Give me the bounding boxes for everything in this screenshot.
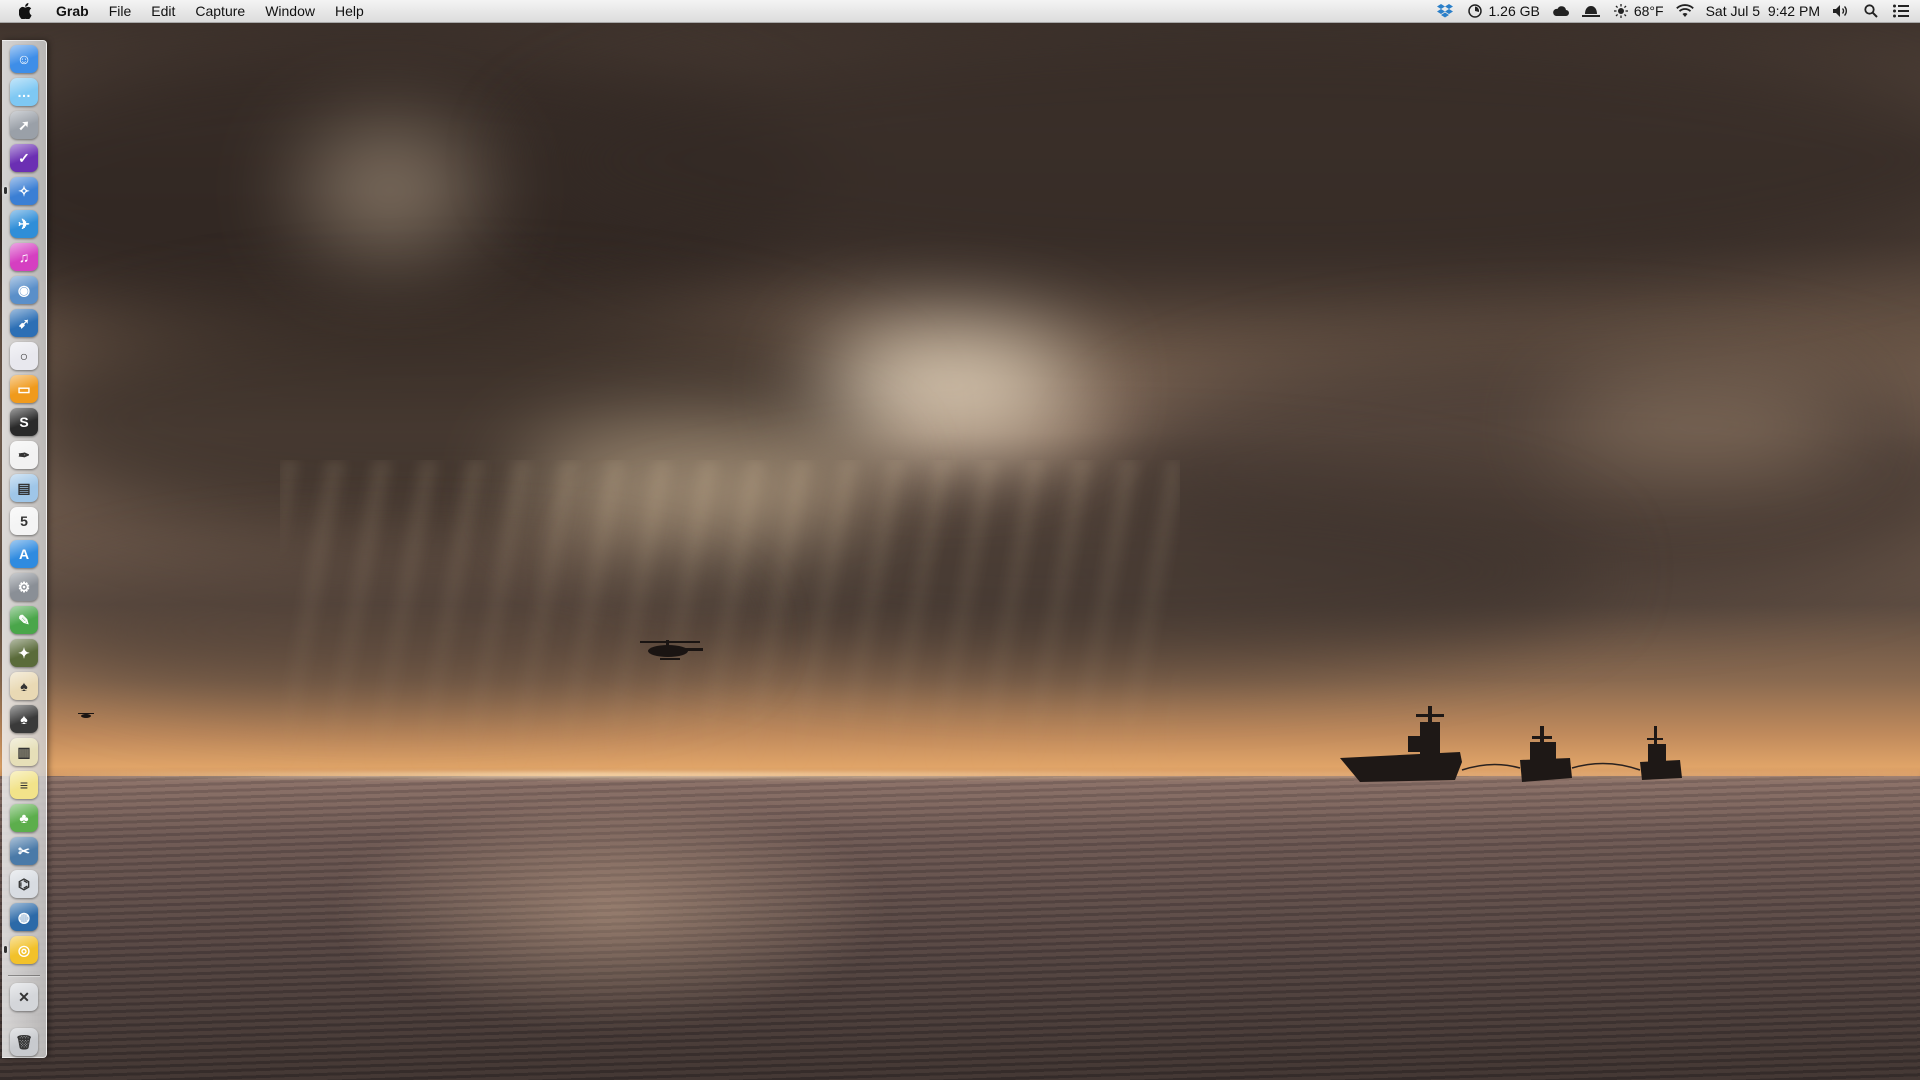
dock-item-launchpad[interactable]: ➚ [10, 111, 38, 139]
omnifocus-icon: ✓ [18, 149, 30, 166]
dock: ☺ … ➚ ✓ ✧ ✈ ♫ ◉ ➹ ○ ▭ S ✒ ▤ 5 A ⚙ ✎ ✦ ♠ ♠ ▥ ≡ ♣ ✂ ⌬ ◍ ◎ ✕ 🗑 [2, 40, 47, 1058]
sketch-pad-icon: ♠ [20, 678, 28, 694]
small-helicopter-silhouette [78, 713, 94, 718]
dock-item-finder[interactable]: ☺ [10, 45, 38, 73]
yellow-ring-app-icon: ◎ [17, 941, 31, 958]
weather-status[interactable]: 68°F [1612, 0, 1664, 22]
notification-center-icon[interactable] [1892, 2, 1910, 20]
safari-icon: ✧ [18, 182, 30, 199]
helicopter-silhouette [640, 640, 703, 660]
hat-icon[interactable] [1581, 2, 1600, 20]
dock-item-sketch-pad[interactable]: ♠ [10, 672, 38, 700]
dock-item-twitterrific[interactable]: ✈ [10, 210, 38, 238]
aircraft-carrier-silhouette [1340, 706, 1462, 782]
cloud-icon[interactable] [1552, 2, 1570, 20]
dock-item-messages[interactable]: … [10, 78, 38, 106]
spotlight-search-icon[interactable] [1862, 2, 1880, 20]
dock-item-network-utility[interactable]: ⌬ [10, 870, 38, 898]
sun-icon [1612, 2, 1630, 20]
dock-item-system-preferences[interactable]: ⚙ [10, 573, 38, 601]
scrivener-icon: S [19, 414, 29, 430]
temperature-value: 68°F [1633, 3, 1664, 19]
dock-item-tweetbot[interactable]: ◉ [10, 276, 38, 304]
photo-app-icon: ✦ [18, 644, 30, 661]
trash-icon: 🗑 [15, 1033, 33, 1050]
ships-silhouettes [78, 640, 1682, 782]
running-indicator [4, 187, 7, 194]
dock-item-preview[interactable]: ▤ [10, 474, 38, 502]
dashboard-icon: ○ [19, 348, 29, 364]
menu-bar-left: Grab File Edit Capture Window Help [0, 0, 374, 22]
dock-item-omnifocus[interactable]: ✓ [10, 144, 38, 172]
calendar-icon: 5 [20, 513, 28, 529]
volume-icon[interactable] [1832, 2, 1850, 20]
dock-item-safari[interactable]: ✧ [10, 177, 38, 205]
dock-item-image-capture[interactable]: ✂ [10, 837, 38, 865]
preview-icon: ▤ [17, 479, 31, 496]
dock-item-documents-folder[interactable]: ✕ [10, 983, 38, 1011]
menu-window[interactable]: Window [255, 0, 325, 22]
menu-bar: Grab File Edit Capture Window Help 1.26 … [0, 0, 1920, 23]
destroyer-silhouette [1640, 726, 1682, 780]
solitaire-icon: ♠ [20, 711, 28, 727]
running-indicator [4, 946, 7, 953]
notes-icon: ≡ [19, 777, 29, 793]
dock-item-ibooks[interactable]: ▭ [10, 375, 38, 403]
network-utility-icon: ⌬ [17, 875, 31, 892]
menu-app-name[interactable]: Grab [48, 0, 99, 22]
evernote-icon: ✎ [18, 611, 30, 628]
globe-app-icon: ◍ [17, 908, 31, 925]
tweetbot-icon: ◉ [17, 281, 31, 298]
itunes-icon: ♫ [18, 249, 30, 265]
messages-icon: … [17, 84, 31, 100]
ibooks-icon: ▭ [17, 380, 31, 397]
dock-separator [8, 975, 40, 977]
image-capture-icon: ✂ [18, 842, 30, 859]
clean-app-icon: ♣ [19, 810, 29, 826]
menu-edit[interactable]: Edit [141, 0, 185, 22]
dock-item-photo-app[interactable]: ✦ [10, 639, 38, 667]
dock-item-solitaire[interactable]: ♠ [10, 705, 38, 733]
notefile-icon: ▥ [17, 743, 31, 760]
dock-item-notefile[interactable]: ▥ [10, 738, 38, 766]
clock[interactable]: Sat Jul 5 9:42 PM [1706, 0, 1820, 22]
dock-item-trash[interactable]: 🗑 [10, 1028, 38, 1056]
apple-menu-icon[interactable] [16, 0, 36, 22]
menu-capture[interactable]: Capture [185, 0, 255, 22]
birdie-icon: ➹ [18, 314, 30, 331]
dock-item-app-store[interactable]: A [10, 540, 38, 568]
ink-pen-app-icon: ✒ [18, 446, 30, 463]
system-preferences-icon: ⚙ [17, 578, 31, 595]
menu-bar-status-area: 1.26 GB 68°F Sat Jul 5 9:42 PM [1436, 0, 1920, 22]
dock-item-evernote[interactable]: ✎ [10, 606, 38, 634]
launchpad-icon: ➚ [18, 116, 30, 133]
dock-item-clean-app[interactable]: ♣ [10, 804, 38, 832]
app-store-icon: A [18, 546, 30, 562]
dock-item-yellow-ring-app[interactable]: ◎ [10, 936, 38, 964]
finder-icon: ☺ [16, 51, 32, 67]
dock-item-scrivener[interactable]: S [10, 408, 38, 436]
memory-value: 1.26 GB [1488, 3, 1540, 19]
menu-file[interactable]: File [99, 0, 142, 22]
supply-ship-silhouette [1520, 726, 1572, 782]
twitterrific-icon: ✈ [18, 215, 30, 232]
dock-item-ink-pen-app[interactable]: ✒ [10, 441, 38, 469]
dropbox-icon[interactable] [1436, 2, 1454, 20]
dock-item-calendar[interactable]: 5 [10, 507, 38, 535]
menu-help[interactable]: Help [325, 0, 374, 22]
dock-item-birdie[interactable]: ➹ [10, 309, 38, 337]
memory-status[interactable]: 1.26 GB [1466, 0, 1540, 22]
desktop-wallpaper [0, 0, 1920, 1080]
dock-item-globe-app[interactable]: ◍ [10, 903, 38, 931]
memory-gauge-icon [1466, 2, 1484, 20]
dock-item-itunes[interactable]: ♫ [10, 243, 38, 271]
dock-item-notes[interactable]: ≡ [10, 771, 38, 799]
documents-folder-icon: ✕ [18, 988, 30, 1005]
dock-item-dashboard[interactable]: ○ [10, 342, 38, 370]
wifi-icon[interactable] [1675, 2, 1694, 20]
